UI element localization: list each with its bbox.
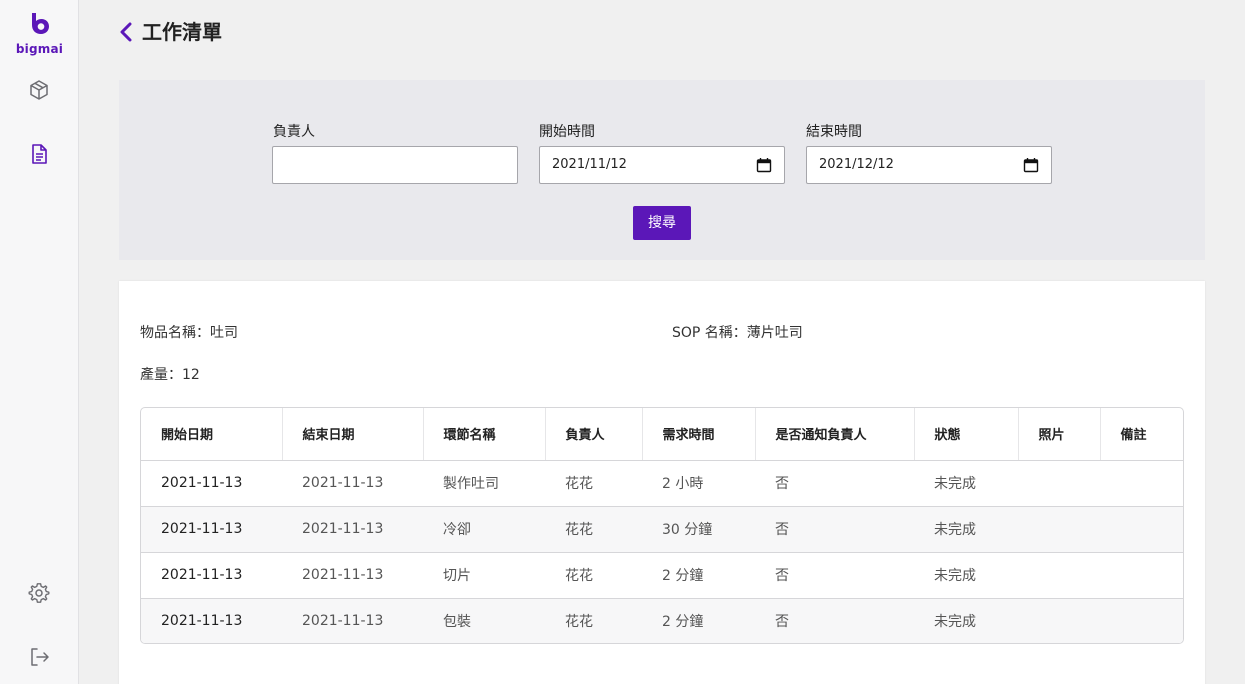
column-header[interactable]: 照片 [1018, 408, 1101, 461]
calendar-icon[interactable] [756, 157, 772, 173]
table-cell: 2 分鐘 [662, 568, 704, 584]
table-cell [1100, 552, 1183, 598]
end-date-value: 2021/12/12 [819, 157, 894, 172]
table-cell: 未完成 [934, 568, 976, 584]
table-cell: 2021-11-13 [302, 567, 384, 583]
table-cell: 2021-11-13 [302, 521, 384, 537]
table-row[interactable]: 2021-11-13 2021-11-13 冷卻 花花 30 分鐘 否 未完成 [141, 506, 1183, 552]
table-cell: 切片 [443, 568, 471, 584]
column-header[interactable]: 需求時間 [642, 408, 756, 461]
brand-logo[interactable]: bigmai [0, 12, 79, 58]
end-date-input[interactable]: 2021/12/12 [806, 146, 1052, 184]
calendar-icon[interactable] [1023, 157, 1039, 173]
table-cell [1100, 506, 1183, 552]
table-cell: 2021-11-13 [161, 613, 243, 630]
sidebar: bigmai [0, 0, 79, 684]
logo-mark-icon [32, 13, 49, 34]
column-header[interactable]: 結束日期 [282, 408, 424, 461]
chevron-left-icon[interactable] [118, 21, 134, 43]
filter-panel: 負責人 開始時間 2021/11/12 結束時間 2021/12/12 搜尋 [119, 80, 1205, 260]
column-header[interactable]: 狀態 [914, 408, 1019, 461]
column-header[interactable]: 開始日期 [141, 408, 283, 461]
table-cell: 否 [775, 476, 789, 492]
table-cell: 製作吐司 [443, 476, 499, 492]
start-time-label: 開始時間 [539, 124, 595, 140]
table-row[interactable]: 2021-11-13 2021-11-13 製作吐司 花花 2 小時 否 未完成 [141, 460, 1183, 506]
quantity: 產量：12 [140, 367, 200, 383]
logout-icon[interactable] [27, 645, 51, 669]
sop-name: SOP 名稱：薄片吐司 [672, 325, 803, 341]
column-header[interactable]: 負責人 [545, 408, 643, 461]
table-cell [1100, 460, 1183, 506]
table-cell [1100, 598, 1183, 643]
table-cell [1018, 506, 1100, 552]
table-cell: 2021-11-13 [302, 475, 384, 491]
table-row[interactable]: 2021-11-13 2021-11-13 包裝 花花 2 分鐘 否 未完成 [141, 598, 1183, 643]
table-header-row: 開始日期 結束日期 環節名稱 負責人 需求時間 是否通知負責人 狀態 照片 備註 [141, 408, 1183, 461]
item-name: 物品名稱：吐司 [140, 325, 238, 341]
table-cell: 否 [775, 522, 789, 538]
table-cell: 2 小時 [662, 476, 704, 492]
table-cell: 否 [775, 614, 789, 631]
table-cell: 花花 [565, 568, 593, 584]
table-cell: 花花 [565, 476, 593, 492]
table-cell: 花花 [565, 614, 593, 631]
table-cell [1018, 598, 1100, 643]
task-table: 開始日期 結束日期 環節名稱 負責人 需求時間 是否通知負責人 狀態 照片 備註… [140, 407, 1184, 644]
table-cell: 2021-11-13 [161, 521, 243, 537]
table-cell: 未完成 [934, 614, 976, 631]
start-date-input[interactable]: 2021/11/12 [539, 146, 785, 184]
column-header[interactable]: 備註 [1100, 408, 1183, 461]
table-cell: 2021-11-13 [302, 613, 384, 630]
box-icon[interactable] [27, 78, 51, 102]
table-row[interactable]: 2021-11-13 2021-11-13 切片 花花 2 分鐘 否 未完成 [141, 552, 1183, 598]
table-cell: 包裝 [443, 614, 471, 631]
search-button[interactable]: 搜尋 [633, 206, 691, 240]
table-cell: 未完成 [934, 522, 976, 538]
start-date-value: 2021/11/12 [552, 157, 627, 172]
table-cell: 花花 [565, 522, 593, 538]
table-cell: 冷卻 [443, 522, 471, 538]
table-cell: 30 分鐘 [662, 522, 713, 538]
owner-label: 負責人 [273, 124, 315, 140]
column-header[interactable]: 環節名稱 [423, 408, 546, 461]
table-cell: 2021-11-13 [161, 567, 243, 583]
content-card: 物品名稱：吐司 SOP 名稱：薄片吐司 產量：12 開始日期 結束日期 環節名稱… [119, 281, 1205, 684]
table-cell [1018, 552, 1100, 598]
table-cell: 2021-11-13 [161, 475, 243, 491]
owner-input[interactable] [272, 146, 518, 184]
table-cell: 2 分鐘 [662, 614, 704, 631]
logo-text: bigmai [15, 42, 64, 56]
document-icon[interactable] [27, 142, 51, 166]
page-title: 工作清單 [142, 20, 222, 44]
table-cell: 否 [775, 568, 789, 584]
column-header[interactable]: 是否通知負責人 [755, 408, 915, 461]
table-cell [1018, 460, 1100, 506]
end-time-label: 結束時間 [806, 124, 862, 140]
table-cell: 未完成 [934, 476, 976, 492]
gear-icon[interactable] [27, 581, 51, 605]
